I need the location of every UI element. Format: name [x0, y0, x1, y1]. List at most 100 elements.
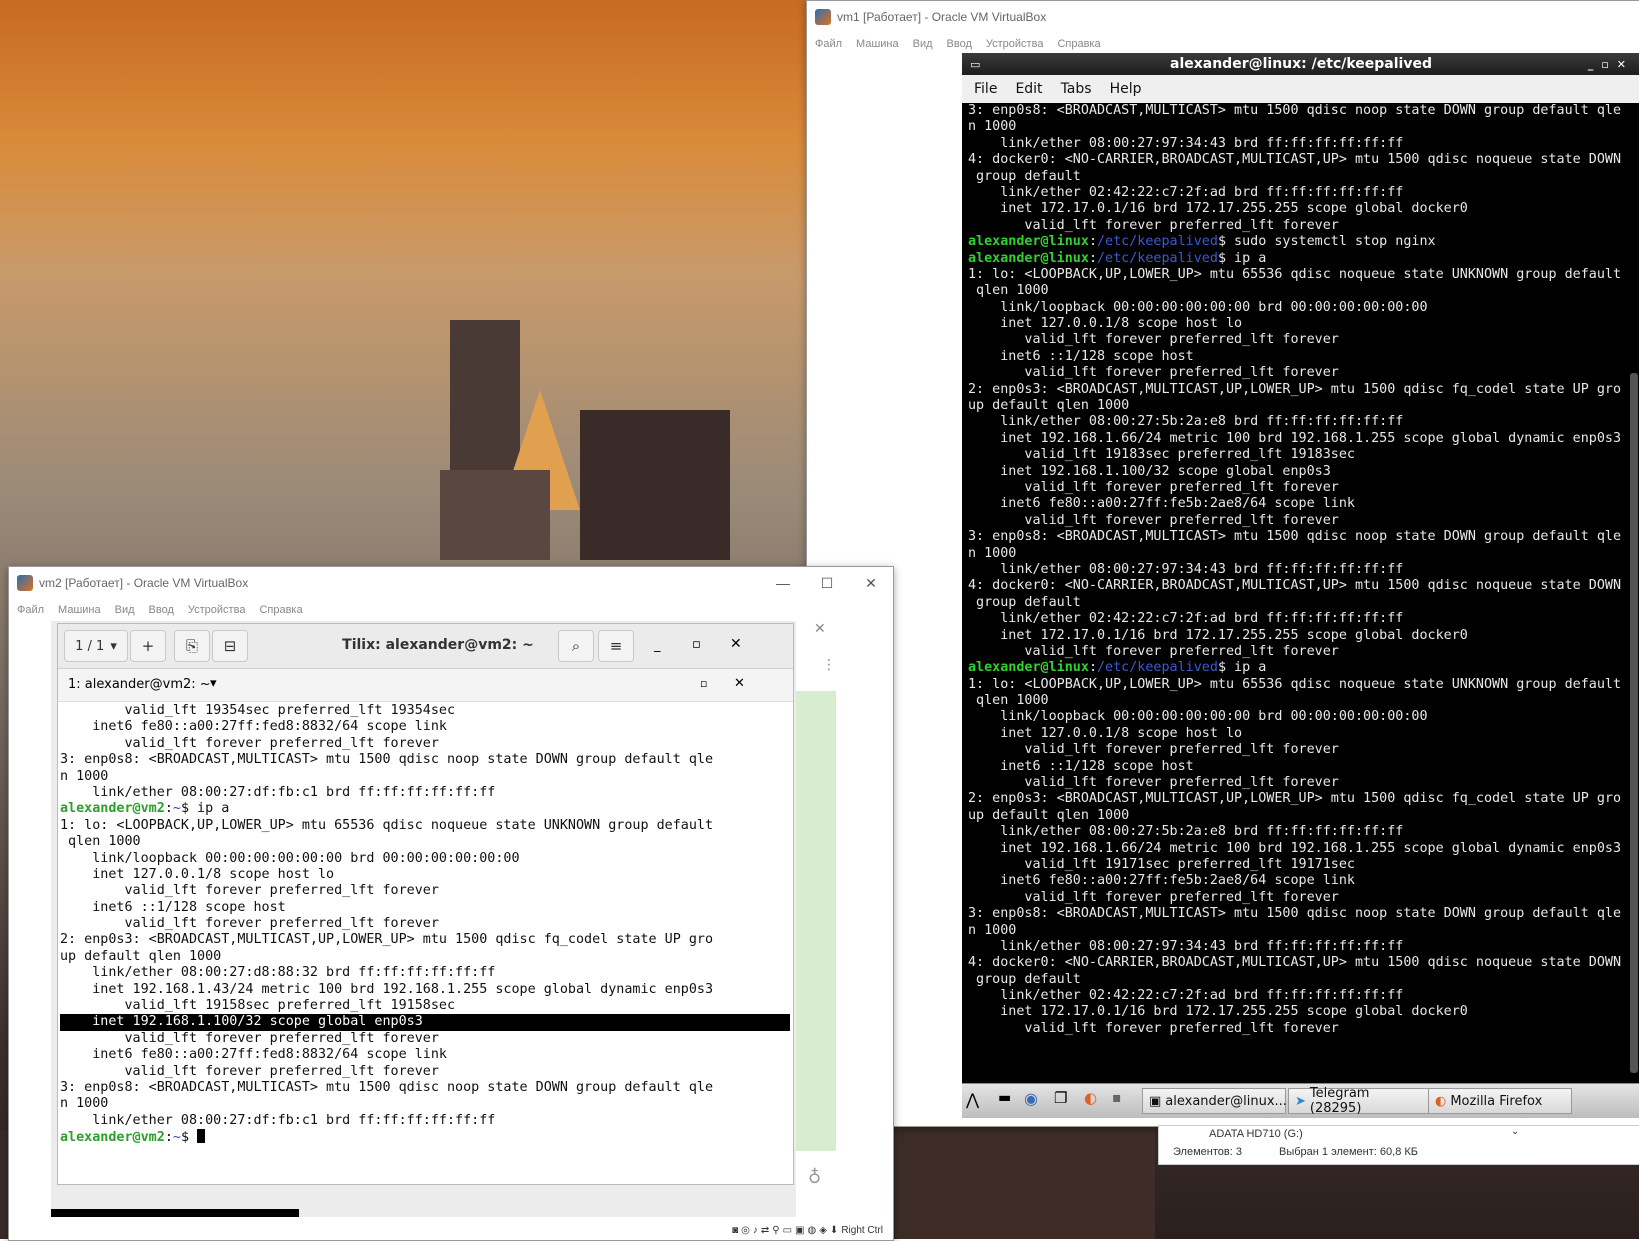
microphone-icon[interactable]: ♁ — [808, 1167, 821, 1188]
close-icon[interactable]: ✕ — [814, 621, 826, 637]
vm1-menu-help[interactable]: Справка — [1057, 38, 1100, 50]
vm1-menu-machine[interactable]: Машина — [856, 38, 899, 50]
workspace-icon[interactable]: ❐ — [1054, 1089, 1067, 1107]
vm2-virtualbox-window[interactable]: vm2 [Работает] - Oracle VM VirtualBox — … — [8, 566, 894, 1241]
terminal-output-line: inet 192.168.1.43/24 metric 100 brd 192.… — [60, 981, 714, 997]
hdd-status-icon[interactable]: ◙ — [732, 1225, 738, 1236]
show-desktop-icon[interactable]: ▬ — [998, 1090, 1011, 1106]
vm1-menu-view[interactable]: Вид — [913, 38, 933, 50]
minimize-icon[interactable]: — — [761, 567, 805, 599]
terminal-output-line: n 1000 — [968, 119, 1017, 135]
terminal-output-line: link/ether 02:42:22:c7:2f:ad brd ff:ff:f… — [968, 184, 1404, 200]
vm1-guest-taskbar: ⋀ ▬ ◉ ❐ ◐ ▪ ▣ alexander@linux... ➤ Teleg… — [962, 1083, 1639, 1118]
vm1-menu-file[interactable]: Файл — [815, 38, 842, 50]
maximize-icon[interactable]: ☐ — [805, 567, 849, 599]
firefox-launcher-icon[interactable]: ◐ — [1084, 1089, 1097, 1107]
audio-status-icon[interactable]: ♪ — [753, 1225, 758, 1236]
vm1-terminal-title: alexander@linux: /etc/keepalived — [1170, 56, 1432, 72]
plus-icon: + — [141, 637, 155, 655]
tilix-window[interactable]: 1 / 1 ▾ + ⎘ ⊟ Tilix: alexander@vm2: ~ ⌕ … — [57, 623, 794, 1185]
vm1-terminal-titlebar[interactable]: ▭ alexander@linux: /etc/keepalived _▫✕ — [962, 53, 1639, 75]
terminal-menu-help[interactable]: Help — [1110, 81, 1142, 97]
taskbar-item-firefox[interactable]: ◐ Mozilla Firefox — [1428, 1088, 1572, 1114]
taskbar-item-telegram[interactable]: ➤ Telegram (28295) — [1288, 1086, 1430, 1116]
vm1-terminal-menubar: File Edit Tabs Help — [962, 75, 1639, 103]
tilix-terminal-titlebar[interactable]: 1: alexander@vm2: ~ ▾ ▫ ✕ — [58, 669, 793, 702]
prompt-user: alexander@linux — [968, 234, 1089, 250]
chevron-down-icon[interactable]: ⌄ — [1511, 1126, 1519, 1137]
terminal-output-line: link/ether 08:00:27:df:fb:c1 brd ff:ff:f… — [60, 784, 496, 800]
telegram-icon: ➤ — [1295, 1093, 1306, 1109]
terminal-output-line: inet 127.0.0.1/8 scope host lo — [968, 725, 1243, 741]
terminal-prompt-line: alexander@linux:/etc/keepalived$ ip a — [968, 660, 1267, 676]
vm1-terminal-output[interactable]: 3: enp0s8: <BROADCAST,MULTICAST> mtu 150… — [968, 103, 1624, 1063]
vm2-menu-help[interactable]: Справка — [259, 604, 302, 616]
cpu-status-icon[interactable]: ◈ — [819, 1225, 827, 1236]
vm2-guest-screen[interactable]: ✕ ⋮ ♁ 1 / 1 ▾ + ⎘ ⊟ Tilix: alexander@vm2… — [51, 621, 851, 1217]
tilix-headerbar[interactable]: 1 / 1 ▾ + ⎘ ⊟ Tilix: alexander@vm2: ~ ⌕ … — [58, 624, 793, 669]
add-session-button[interactable]: + — [130, 630, 166, 662]
terminal-output-line: qlen 1000 — [60, 834, 141, 850]
shared-folder-status-icon[interactable]: ▭ — [783, 1225, 792, 1236]
add-terminal-right-button[interactable]: ⎘ — [174, 630, 210, 662]
vm1-virtualbox-window[interactable]: vm1 [Работает] - Oracle VM VirtualBox Фа… — [806, 0, 1639, 1127]
add-terminal-down-button[interactable]: ⊟ — [212, 630, 248, 662]
vm2-menu-machine[interactable]: Машина — [58, 604, 101, 616]
recording-status-icon[interactable]: ◍ — [807, 1225, 816, 1236]
terminal-output-line: valid_lft forever preferred_lft forever — [968, 1020, 1339, 1036]
mouse-status-icon[interactable]: ⬇ — [830, 1225, 838, 1236]
vm2-menu-devices[interactable]: Устройства — [188, 604, 246, 616]
terminal-output-line: up default qlen 1000 — [968, 807, 1130, 823]
terminal-menu-file[interactable]: File — [974, 81, 997, 97]
terminal-output-line: inet 172.17.0.1/16 brd 172.17.255.255 sc… — [968, 1004, 1468, 1020]
terminal-output-line: inet 192.168.1.66/24 metric 100 brd 192.… — [968, 430, 1622, 446]
minimize-icon[interactable]: _ — [654, 638, 661, 653]
terminal-output-line: valid_lft forever preferred_lft forever — [968, 775, 1339, 791]
find-button[interactable]: ⌕ — [558, 630, 594, 662]
start-menu-icon[interactable]: ⋀ — [966, 1090, 979, 1109]
terminal-menu-icon[interactable]: ▭ — [970, 58, 980, 71]
chevron-down-icon[interactable]: ▾ — [210, 676, 217, 691]
vm2-titlebar[interactable]: vm2 [Работает] - Oracle VM VirtualBox — … — [9, 567, 893, 599]
vm2-menubar: Файл Машина Вид Ввод Устройства Справка — [9, 599, 893, 621]
terminal-output-line: link/ether 08:00:27:d8:88:32 brd ff:ff:f… — [60, 965, 496, 981]
terminal-output-line: 1: lo: <LOOPBACK,UP,LOWER_UP> mtu 65536 … — [60, 817, 714, 833]
optical-status-icon[interactable]: ◎ — [741, 1225, 750, 1236]
terminal-output-line: link/ether 02:42:22:c7:2f:ad brd ff:ff:f… — [968, 611, 1404, 627]
terminal-output-line: n 1000 — [60, 1096, 109, 1112]
close-terminal-icon[interactable]: ✕ — [734, 676, 745, 691]
launcher-icon[interactable]: ▪ — [1112, 1090, 1122, 1106]
vm1-terminal-window-controls[interactable]: _▫✕ — [1588, 58, 1634, 71]
terminal-output-line: link/ether 08:00:27:97:34:43 brd ff:ff:f… — [968, 135, 1404, 151]
explorer-drive-item[interactable]: ADATA HD710 (G:) — [1209, 1128, 1303, 1140]
vm1-terminal-scrollbar[interactable] — [1630, 373, 1638, 1073]
terminal-menu-tabs[interactable]: Tabs — [1061, 81, 1092, 97]
maximize-terminal-icon[interactable]: ▫ — [700, 677, 707, 690]
close-icon[interactable]: ✕ — [730, 636, 742, 652]
vm1-menubar: Файл Машина Вид Ввод Устройства Справка — [807, 33, 1639, 55]
vm1-guest-screen[interactable]: ▭ alexander@linux: /etc/keepalived _▫✕ F… — [962, 53, 1639, 1118]
vm2-menu-file[interactable]: Файл — [17, 604, 44, 616]
close-icon[interactable]: ✕ — [849, 567, 893, 599]
vm1-menu-devices[interactable]: Устройства — [986, 38, 1044, 50]
session-switcher-button[interactable]: 1 / 1 ▾ — [64, 630, 128, 662]
vm1-titlebar[interactable]: vm1 [Работает] - Oracle VM VirtualBox — [807, 1, 1639, 33]
terminal-menu-edit[interactable]: Edit — [1015, 81, 1042, 97]
terminal-output-line: inet 172.17.0.1/16 brd 172.17.255.255 sc… — [968, 201, 1468, 217]
vm2-menu-view[interactable]: Вид — [115, 604, 135, 616]
maximize-icon[interactable]: ▫ — [692, 637, 701, 652]
prompt-path: /etc/keepalived — [1097, 234, 1218, 250]
network-status-icon[interactable]: ⇄ — [761, 1225, 769, 1236]
vm1-menu-input[interactable]: Ввод — [947, 38, 972, 50]
terminal-session-label[interactable]: 1: alexander@vm2: ~ — [68, 677, 211, 692]
vm2-terminal-output[interactable]: valid_lft 19354sec preferred_lft 19354se… — [60, 703, 790, 1181]
display-status-icon[interactable]: ▣ — [795, 1225, 804, 1236]
file-manager-icon[interactable]: ◉ — [1024, 1089, 1038, 1108]
terminal-output-line: inet 192.168.1.66/24 metric 100 brd 192.… — [968, 840, 1622, 856]
hamburger-menu-button[interactable]: ≡ — [598, 630, 634, 662]
vm2-menu-input[interactable]: Ввод — [149, 604, 174, 616]
terminal-output-line: valid_lft forever preferred_lft forever — [60, 916, 439, 932]
usb-status-icon[interactable]: ⚲ — [772, 1225, 779, 1236]
more-vert-icon[interactable]: ⋮ — [822, 657, 836, 673]
taskbar-item-terminal[interactable]: ▣ alexander@linux... — [1142, 1088, 1287, 1114]
